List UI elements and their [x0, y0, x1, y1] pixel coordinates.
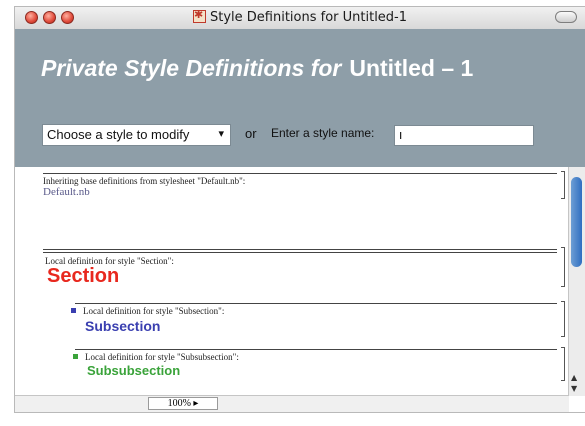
subsubsection-value: Subsubsection — [87, 363, 181, 378]
subsection-label: Local definition for style "Subsection": — [83, 306, 225, 316]
cell-bracket[interactable] — [561, 301, 565, 337]
inherit-value: Default.nb — [43, 186, 90, 198]
toolbar-toggle-icon[interactable] — [555, 11, 577, 23]
title-bar: Style Definitions for Untitled-1 — [15, 7, 585, 30]
page-title: Private Style Definitions for Untitled – … — [41, 55, 473, 82]
or-label: or — [245, 126, 257, 141]
cell-bracket[interactable] — [561, 171, 565, 199]
cell-bracket[interactable] — [561, 247, 565, 287]
document-icon — [192, 8, 206, 23]
scroll-down-arrow-icon[interactable]: ▼ — [571, 384, 577, 393]
header-panel: Private Style Definitions for Untitled – … — [15, 29, 585, 167]
square-bullet-icon — [71, 308, 76, 313]
subsection-value: Subsection — [85, 318, 161, 334]
dropdown-arrow-icon: ▾ — [218, 128, 224, 140]
notebook-content: Inheriting base definitions from stylesh… — [15, 167, 569, 396]
style-select-label: Choose a style to modify — [47, 127, 190, 142]
scroll-up-arrow-icon[interactable]: ▲ — [571, 373, 577, 382]
cell-divider — [43, 249, 557, 250]
vertical-scrollbar[interactable]: ▲ ▼ — [568, 167, 585, 396]
horizontal-scrollbar[interactable]: 100% ▸ — [15, 395, 569, 412]
title-notebook-name: Untitled – 1 — [349, 55, 474, 81]
cell-divider — [43, 173, 557, 174]
zoom-level-value: 100% — [167, 398, 191, 409]
style-name-input[interactable]: ı — [394, 125, 534, 146]
square-bullet-icon — [73, 354, 78, 359]
cell-bracket[interactable] — [561, 347, 565, 381]
inherit-label: Inheriting base definitions from stylesh… — [43, 176, 246, 186]
style-definitions-window: Style Definitions for Untitled-1 Private… — [14, 6, 585, 413]
zoom-level-popup[interactable]: 100% ▸ — [148, 397, 218, 410]
section-value: Section — [47, 265, 120, 287]
cell-divider — [75, 303, 557, 304]
cell-divider — [75, 349, 557, 350]
title-prefix: Private Style Definitions for — [41, 55, 342, 81]
scroll-thumb[interactable] — [571, 177, 582, 267]
zoom-arrow-icon: ▸ — [193, 398, 199, 409]
enter-style-name-label: Enter a style name: — [271, 126, 375, 140]
window-title-text: Style Definitions for Untitled-1 — [209, 10, 408, 25]
cell-divider — [43, 252, 557, 253]
window-title: Style Definitions for Untitled-1 — [15, 8, 585, 25]
subsubsection-label: Local definition for style "Subsubsectio… — [85, 352, 239, 362]
style-select-dropdown[interactable]: Choose a style to modify ▾ — [42, 124, 231, 146]
